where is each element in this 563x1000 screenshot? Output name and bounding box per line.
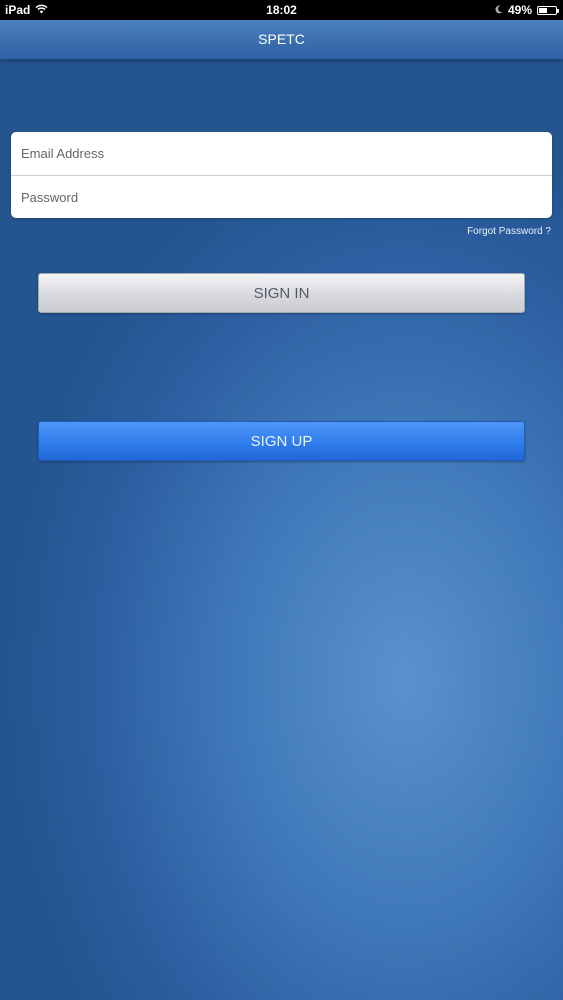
- battery-percent: 49%: [507, 3, 532, 17]
- email-field[interactable]: [11, 132, 552, 175]
- password-field[interactable]: [11, 176, 552, 218]
- status-time: 18:02: [266, 3, 297, 17]
- sign-up-button[interactable]: SIGN UP: [38, 421, 525, 461]
- status-bar: iPad 18:02 49%: [0, 0, 563, 20]
- forgot-password-link[interactable]: Forgot Password ?: [467, 226, 551, 237]
- login-form: [11, 132, 552, 218]
- app-screen: iPad 18:02 49% SPETC Email Address Forgo…: [0, 0, 563, 1000]
- sign-in-button[interactable]: SIGN IN: [38, 273, 525, 313]
- battery-fill: [539, 7, 547, 13]
- moon-icon: [495, 0, 503, 20]
- battery-icon: [537, 5, 559, 15]
- nav-bar: SPETC: [0, 20, 563, 60]
- status-right: 49%: [495, 0, 559, 20]
- page-title: SPETC: [258, 31, 305, 47]
